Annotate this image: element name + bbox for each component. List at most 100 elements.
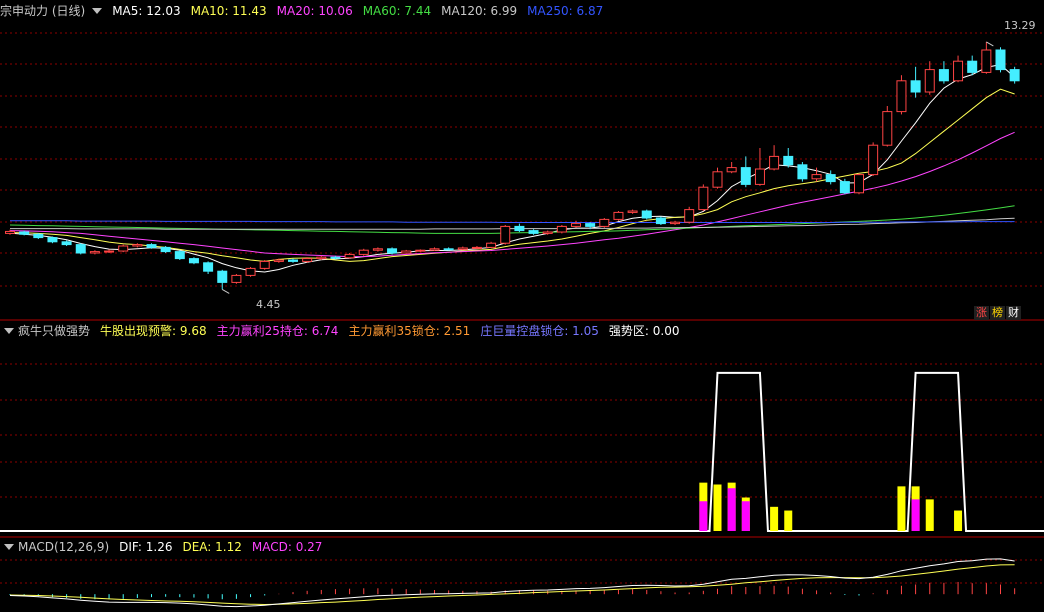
macd-value-2: MACD: 0.27 (251, 540, 323, 554)
badge-group: 涨 榜 财 (974, 306, 1021, 320)
candle-up (670, 221, 681, 225)
candle-up (599, 218, 610, 227)
candle-up (542, 231, 553, 234)
macd-title[interactable]: MACD(12,26,9) (18, 540, 109, 554)
candle-down (75, 244, 86, 254)
candle-up (613, 211, 624, 220)
profit-bar (727, 488, 736, 531)
strength-zone-line (0, 371, 1044, 532)
chevron-down-icon[interactable] (4, 544, 14, 550)
candle-up (924, 69, 935, 93)
warning-bar (713, 484, 722, 531)
high-marker (986, 41, 994, 47)
stock-title[interactable]: 宗申动力 (日线) (0, 4, 85, 18)
candle-up (429, 248, 440, 251)
ma20-line (9, 131, 1015, 258)
candle-down (995, 49, 1006, 71)
candle-up (457, 247, 468, 250)
candle-up (868, 144, 879, 176)
candle-down (740, 167, 751, 185)
candle-down (19, 231, 30, 235)
candle-up (556, 225, 567, 233)
candle-down (910, 80, 921, 93)
indicator-value-0: 牛股出现预警: 9.68 (100, 324, 207, 338)
candle-down (641, 210, 652, 219)
badge-zhang[interactable]: 涨 (974, 306, 989, 320)
candle-down (839, 181, 850, 194)
candle-up (627, 210, 638, 213)
candle-up (896, 80, 907, 113)
candle-down (33, 233, 44, 239)
candle-up (259, 260, 270, 269)
candle-down (174, 251, 185, 260)
candle-up (486, 242, 497, 248)
candle-up (754, 168, 765, 185)
ma-value-3: MA60: 7.44 (362, 4, 432, 18)
profit-bar (741, 501, 750, 531)
candle-up (358, 249, 369, 255)
dea-line (9, 564, 1015, 606)
candle-up (104, 250, 115, 253)
chevron-down-icon[interactable] (92, 8, 103, 14)
candle-down (217, 270, 228, 283)
indicator-value-4: 强势区: 0.00 (608, 324, 680, 338)
candle-up (500, 225, 511, 244)
candle-up (5, 230, 15, 234)
badge-cai[interactable]: 财 (1006, 306, 1021, 320)
ma-value-0: MA5: 12.03 (112, 4, 181, 18)
candle-down (528, 230, 539, 234)
candle-up (726, 167, 737, 173)
candle-up (953, 60, 964, 82)
low-marker (222, 288, 230, 294)
indicator-value-2: 主力赢利35锁仓: 2.51 (348, 324, 471, 338)
warning-bar (954, 510, 963, 531)
badge-bang[interactable]: 榜 (990, 306, 1005, 320)
ma-value-4: MA120: 6.99 (441, 4, 518, 18)
candle-down (797, 164, 808, 180)
candle-up (854, 174, 864, 194)
candle-up (245, 267, 256, 276)
indicator-header: 疯牛只做强势 牛股出现预警: 9.68 主力赢利25持仓: 6.74 主力赢利35锁仓… (0, 323, 687, 339)
candle-up (231, 274, 242, 283)
ma-value-5: MA250: 6.87 (527, 4, 604, 18)
candle-down (288, 259, 298, 262)
candle-down (330, 256, 341, 259)
chevron-down-icon[interactable] (4, 328, 14, 334)
warning-bar (784, 510, 793, 531)
indicator-panel (0, 371, 1044, 532)
candle-up (132, 244, 143, 247)
candle-up (882, 111, 893, 146)
warning-bar (897, 486, 906, 531)
warning-bar (925, 499, 934, 531)
candle-down (825, 174, 836, 183)
candle-up (118, 245, 129, 252)
candle-down (967, 60, 978, 73)
indicator-value-1: 主力赢利25持仓: 6.74 (216, 324, 339, 338)
candle-down (783, 155, 794, 166)
main-header: 宗申动力 (日线) MA5: 12.03 MA10: 11.43 MA20: 10.0… (0, 3, 611, 19)
macd-header: MACD(12,26,9) DIF: 1.26 DEA: 1.12 MACD: 0.2… (0, 539, 330, 555)
candle-up (684, 209, 695, 223)
candle-up (571, 223, 581, 227)
ma-value-2: MA20: 10.06 (276, 4, 353, 18)
candle-down (1009, 69, 1020, 82)
candle-up (471, 246, 482, 249)
candle-down (146, 244, 157, 248)
candlesticks (5, 41, 1020, 294)
candle-down (203, 262, 214, 272)
candle-down (443, 248, 454, 251)
candle-up (811, 174, 822, 180)
candle-down (514, 225, 525, 232)
low-price-label: 4.45 (256, 298, 281, 311)
candle-up (415, 249, 426, 252)
candle-up (344, 253, 355, 259)
candle-down (655, 217, 666, 225)
indicator-title[interactable]: 疯牛只做强势 (18, 324, 90, 338)
candle-down (938, 69, 949, 82)
candle-up (981, 49, 992, 73)
candle-up (302, 258, 313, 262)
candle-down (188, 258, 199, 264)
candle-down (387, 248, 398, 254)
candle-up (769, 155, 780, 170)
macd-value-1: DEA: 1.12 (182, 540, 242, 554)
